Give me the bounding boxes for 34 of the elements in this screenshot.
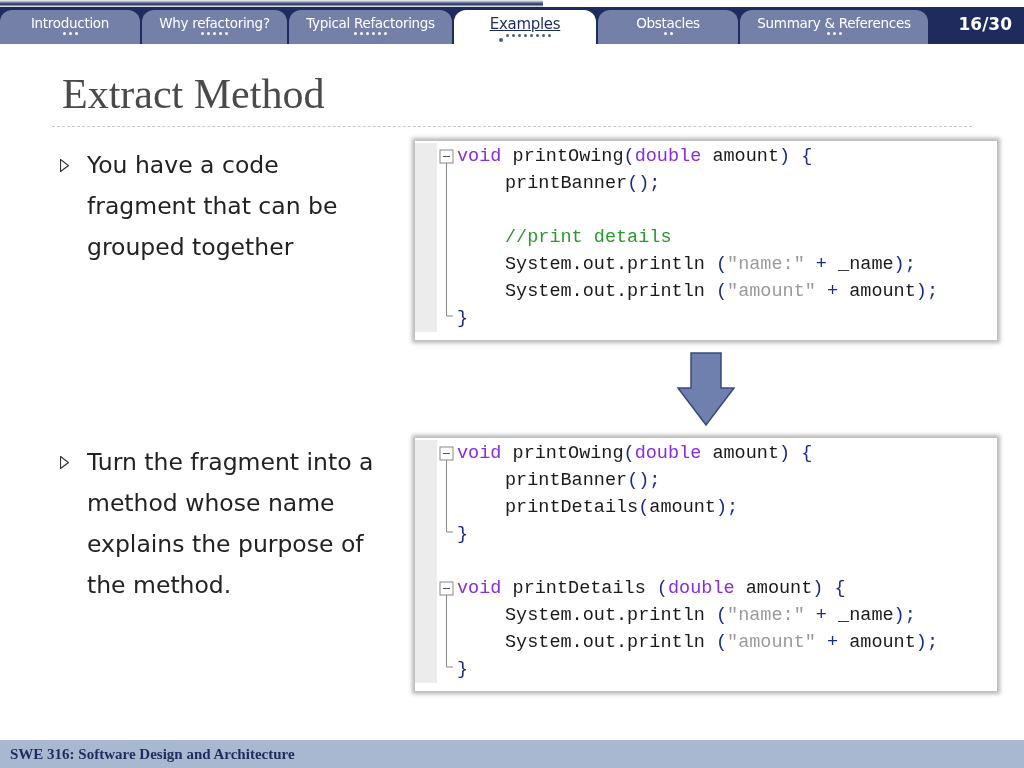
section-tab[interactable]: Introduction (0, 10, 140, 44)
slide-title: Extract Method (62, 70, 326, 118)
bullet-triangle-icon (60, 159, 69, 172)
slide-dots-icon (354, 32, 387, 35)
slide-dots-icon (499, 34, 551, 42)
slide-dots-icon (62, 32, 78, 35)
section-tab[interactable]: Summary & References (740, 10, 928, 44)
code-line: //print details (504, 226, 673, 250)
code-line: printDetails(amount); (504, 496, 740, 520)
bullet-text: Turn the fragment into a method whose name explains the purpose of the method. (87, 447, 375, 601)
code-line: void printOwing(double amount) { (457, 442, 813, 466)
bullet-triangle-icon (60, 456, 69, 469)
section-tab[interactable]: Examples (454, 10, 596, 44)
code-line: System.out.println ("name:" + _name); (504, 253, 917, 277)
section-tab[interactable]: Obstacles (598, 10, 738, 44)
code-line: } (457, 523, 470, 547)
code-line: printBanner(); (504, 469, 662, 493)
down-arrow-icon (677, 352, 735, 426)
code-line: } (457, 307, 470, 331)
bullet-text: You have a code fragment that can be grouped together (87, 150, 339, 263)
code-line: void printDetails (double amount) { (457, 577, 847, 601)
slide-dots-icon (826, 32, 842, 35)
code-line: void printOwing(double amount) { (457, 145, 814, 169)
code-line: System.out.println ("amount" + amount); (504, 280, 939, 304)
slide-dots-icon (663, 32, 673, 35)
code-line: System.out.println ("amount" + amount); (504, 631, 939, 655)
code-line: printBanner(); (504, 172, 662, 196)
section-tab[interactable]: Why refactoring? (142, 10, 287, 44)
section-tab[interactable]: Typical Refactorings (289, 10, 452, 44)
footer-text: SWE 316: Software Design and Architecture (10, 745, 295, 763)
slide-dots-icon (201, 32, 228, 35)
code-line: } (457, 658, 470, 682)
page-number: 16/30 (958, 14, 1012, 34)
code-line: System.out.println ("name:" + _name); (504, 604, 917, 628)
